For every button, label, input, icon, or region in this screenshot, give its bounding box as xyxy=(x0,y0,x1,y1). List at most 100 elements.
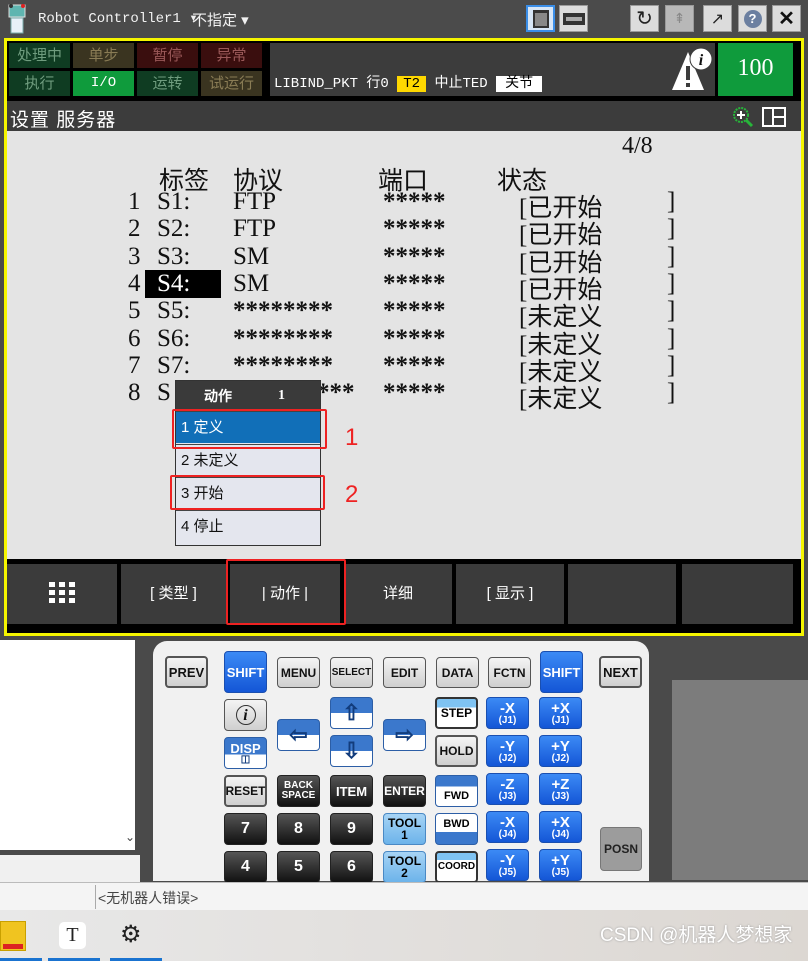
popup-item-stop[interactable]: 4 停止 xyxy=(176,510,320,542)
row-status-close: ] xyxy=(667,324,676,352)
key-right-arrow[interactable]: ⇨ xyxy=(383,719,426,751)
table-row[interactable]: 5 S5: ******** ***** [未定义] xyxy=(7,297,801,331)
key-backspace[interactable]: BACK SPACE xyxy=(277,775,320,807)
jog-key[interactable]: -X (J4) xyxy=(486,811,529,843)
fkey-display[interactable]: [ 显示 ] xyxy=(456,564,564,624)
key-fwd[interactable]: FWD xyxy=(435,775,478,807)
speed-override: 100 xyxy=(718,43,793,96)
annotation-label-2: 2 xyxy=(345,481,359,508)
controller-dropdown[interactable]: Robot Controller1 ▾ xyxy=(38,10,198,27)
key-7[interactable]: 7 xyxy=(224,813,267,845)
key-select[interactable]: SELECT xyxy=(330,657,373,688)
key-5[interactable]: 5 xyxy=(277,851,320,883)
jog-key[interactable]: +Z (J3) xyxy=(539,773,582,805)
mode-dropdown[interactable]: 不指定 ▾ xyxy=(192,9,249,30)
left-panel: ⌄ xyxy=(0,640,135,850)
key-next[interactable]: NEXT xyxy=(599,656,642,688)
fkey-detail[interactable]: 详细 xyxy=(344,564,452,624)
split-view-icon[interactable] xyxy=(762,107,786,127)
row-protocol: FTP xyxy=(233,188,277,215)
key-item[interactable]: ITEM xyxy=(330,775,373,807)
teach-pendant-icon xyxy=(8,4,26,34)
key-fctn[interactable]: FCTN xyxy=(488,657,531,688)
table-row[interactable]: 2 S2: FTP ***** [已开始] xyxy=(7,215,801,249)
row-status: [未定义 xyxy=(519,386,603,414)
text-app-icon[interactable]: T xyxy=(59,922,86,949)
keyboard-button[interactable] xyxy=(559,5,588,32)
key-6[interactable]: 6 xyxy=(330,851,373,883)
key-posn[interactable]: POSN xyxy=(600,827,642,871)
pendant-view-button[interactable] xyxy=(526,5,555,32)
zoom-in-icon[interactable] xyxy=(732,106,754,128)
key-menu[interactable]: MENU xyxy=(277,657,320,688)
jog-key[interactable]: +Y (J2) xyxy=(539,735,582,767)
jog-joint-label: (J1) xyxy=(551,714,570,726)
jog-button[interactable]: ⇞ xyxy=(665,5,694,32)
close-button[interactable]: ✕ xyxy=(772,5,801,32)
export-button[interactable]: ↗ xyxy=(703,5,732,32)
key-tool2[interactable]: TOOL 2 xyxy=(383,851,426,883)
fkey-6[interactable] xyxy=(568,564,676,624)
popup-header: 动作 1 xyxy=(176,381,320,411)
alarm-info-icon[interactable]: i xyxy=(668,46,714,92)
key-up-arrow[interactable]: ⇧ xyxy=(330,697,373,729)
jog-key[interactable]: -Y (J2) xyxy=(486,735,529,767)
help-button[interactable]: ? xyxy=(738,5,767,32)
key-shift-right[interactable]: SHIFT xyxy=(540,651,583,693)
key-down-arrow[interactable]: ⇩ xyxy=(330,735,373,767)
row-number: 5 xyxy=(128,297,141,325)
row-protocol: FTP xyxy=(233,215,277,243)
jog-key[interactable]: -X (J1) xyxy=(486,697,529,729)
key-enter[interactable]: ENTER xyxy=(383,775,426,807)
status-tcyc: 试运行 xyxy=(201,71,262,96)
key-data[interactable]: DATA xyxy=(436,657,479,688)
key-reset[interactable]: RESET xyxy=(224,775,267,807)
key-4[interactable]: 4 xyxy=(224,851,267,883)
row-number: 6 xyxy=(128,324,141,352)
key-step[interactable]: STEP xyxy=(435,697,478,729)
fkey-menu-grid[interactable] xyxy=(7,564,117,624)
key-coord[interactable]: COORD xyxy=(435,851,478,883)
table-row[interactable]: 1 S1: FTP ***** [已开始] xyxy=(7,188,801,222)
jog-key[interactable]: -Z (J3) xyxy=(486,773,529,805)
fkey-7[interactable] xyxy=(682,564,793,624)
jog-key[interactable]: -Y (J5) xyxy=(486,849,529,881)
jog-key[interactable]: +Y (J5) xyxy=(539,849,582,881)
table-row[interactable]: 6 S6: ******** ***** [未定义] xyxy=(7,324,801,359)
row-status-close: ] xyxy=(667,188,676,215)
close-icon: ✕ xyxy=(778,8,795,30)
key-tool1[interactable]: TOOL 1 xyxy=(383,813,426,845)
keyboard-icon xyxy=(562,12,585,25)
pendant-screen: 处理中 单步 暂停 异常 执行 I/O 运转 试运行 LIBIND_PKT 行0… xyxy=(4,38,804,636)
table-row[interactable]: 3 S3: SM ***** [已开始] xyxy=(7,243,801,277)
status-hold: 暂停 xyxy=(137,43,198,68)
refresh-button[interactable]: ↻ xyxy=(630,5,659,32)
table-row[interactable]: 4 S4: SM ***** [已开始] xyxy=(7,269,801,304)
row-port: ***** xyxy=(383,188,446,215)
row-label: S6: xyxy=(157,324,191,352)
table-row[interactable]: 8 S *** ***** [未定义] xyxy=(7,379,801,413)
key-prev[interactable]: PREV xyxy=(165,656,208,688)
key-8[interactable]: 8 xyxy=(277,813,320,845)
scroll-down-icon[interactable]: ⌄ xyxy=(125,830,135,844)
jog-key[interactable]: +X (J1) xyxy=(539,697,582,729)
key-disp[interactable]: DISP ◫ xyxy=(224,737,267,769)
key-shift-left[interactable]: SHIFT xyxy=(224,651,267,693)
jog-joint-label: (J2) xyxy=(498,752,517,764)
row-number: 4 xyxy=(128,269,141,297)
row-protocol: ******** xyxy=(233,297,333,325)
key-left-arrow[interactable]: ⇦ xyxy=(277,719,320,751)
row-protocol: *** xyxy=(317,379,355,407)
key-bwd[interactable]: BWD xyxy=(435,813,478,845)
fkey-type[interactable]: [ 类型 ] xyxy=(121,564,226,624)
key-9[interactable]: 9 xyxy=(330,813,373,845)
key-hold[interactable]: HOLD xyxy=(435,735,478,767)
fanuc-app-icon[interactable] xyxy=(0,921,26,951)
jog-key[interactable]: +X (J4) xyxy=(539,811,582,843)
settings-app-icon[interactable]: ⚙ xyxy=(120,920,142,949)
pendant-view-icon xyxy=(532,9,549,28)
key-edit[interactable]: EDIT xyxy=(383,657,426,688)
split-icon: ◫ xyxy=(240,753,251,765)
key-info[interactable]: i xyxy=(224,699,267,731)
table-row[interactable]: 7 S7: ******** ***** [未定义] xyxy=(7,352,801,386)
